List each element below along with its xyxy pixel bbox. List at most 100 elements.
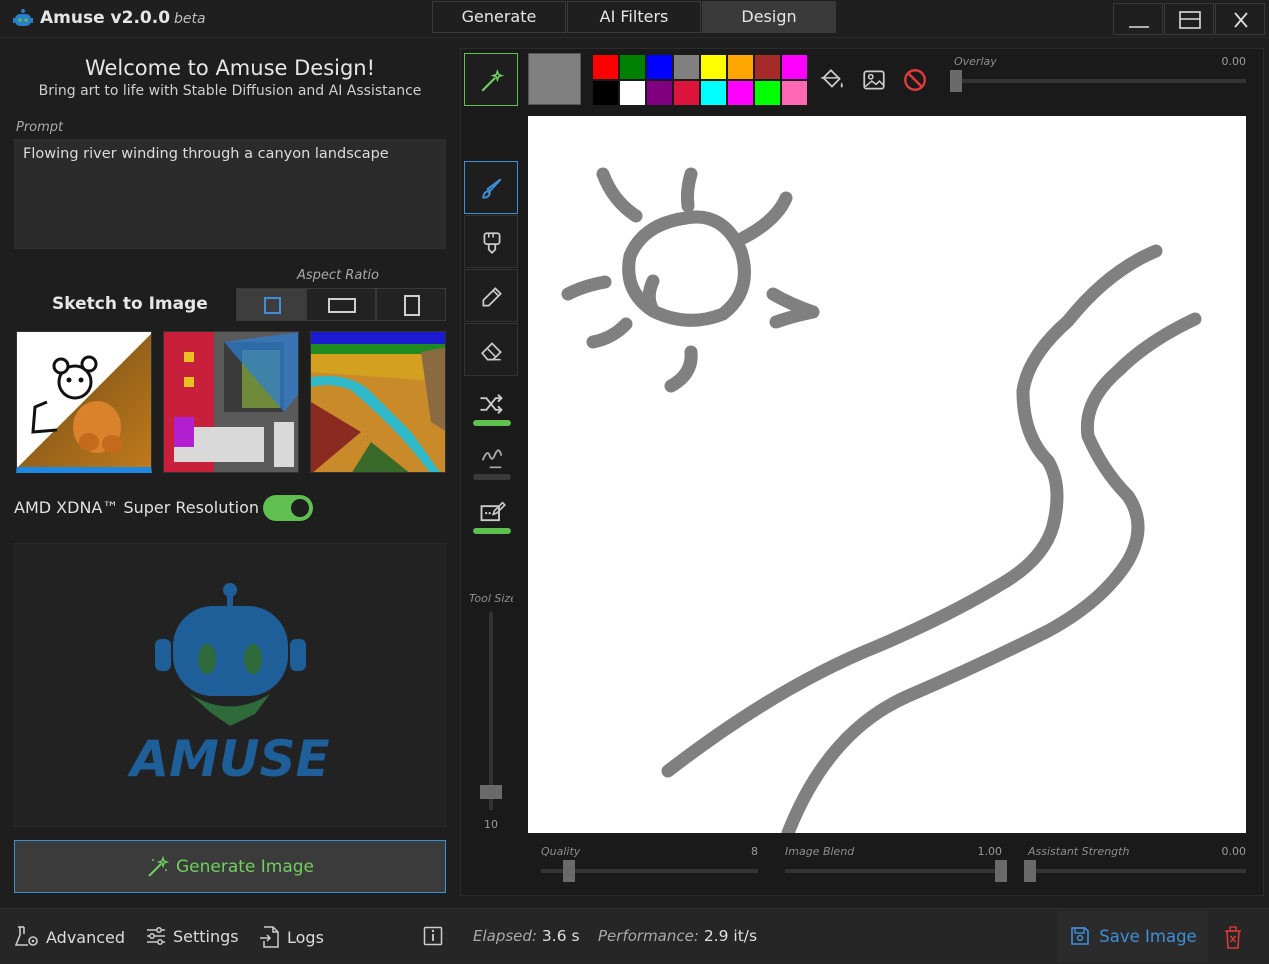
prompt-input[interactable]: Flowing river winding through a canyon l…: [14, 139, 446, 249]
save-image-button[interactable]: Save Image: [1058, 910, 1208, 962]
palette-swatch[interactable]: [700, 54, 727, 80]
marker-tool-button[interactable]: [464, 215, 518, 268]
settings-button[interactable]: Settings: [145, 925, 239, 947]
quality-label: Quality: [541, 845, 581, 858]
magic-wand-icon: [481, 68, 505, 92]
assistant-strength-label: Assistant Strength: [1028, 845, 1130, 858]
minimize-icon: [1129, 26, 1149, 28]
maximize-button[interactable]: [1164, 3, 1214, 35]
assistant-strength-value: 0.00: [1221, 845, 1247, 858]
eraser-tool-button[interactable]: [464, 323, 518, 376]
aspect-landscape-button[interactable]: [306, 288, 376, 321]
quality-slider-thumb[interactable]: [563, 860, 575, 882]
image-blend-slider-thumb[interactable]: [995, 860, 1007, 882]
image-blend-value: 1.00: [977, 845, 1003, 858]
generate-image-button[interactable]: Generate Image: [14, 840, 446, 893]
palette-swatch[interactable]: [754, 54, 781, 80]
palette-swatch[interactable]: [673, 54, 700, 80]
square-icon: [264, 297, 281, 314]
pen-tool-button[interactable]: [464, 269, 518, 322]
app-title: Amuse v2.0.0 beta: [40, 8, 206, 28]
tab-ai-filters[interactable]: AI Filters: [567, 1, 701, 33]
elapsed-label: Elapsed:: [473, 927, 537, 945]
bear-sketch-thumbnail: [17, 332, 151, 467]
palette-swatch[interactable]: [592, 80, 619, 106]
portrait-icon: [404, 295, 420, 316]
preset-thumbnail-room[interactable]: [163, 331, 299, 473]
landscape-icon: [328, 298, 356, 313]
generate-label: Generate Image: [175, 856, 315, 877]
tab-design[interactable]: Design: [702, 1, 836, 33]
current-color-swatch[interactable]: [528, 53, 581, 105]
palette-swatch[interactable]: [619, 80, 646, 106]
super-resolution-toggle[interactable]: [263, 495, 313, 521]
brush-tool-button[interactable]: [464, 161, 518, 214]
tool-size-value: 10: [484, 818, 498, 831]
advanced-button[interactable]: Advanced: [14, 925, 125, 949]
palette-swatch[interactable]: [781, 54, 808, 80]
minimize-button[interactable]: [1113, 3, 1163, 35]
preset-thumbnail-bear[interactable]: [16, 331, 152, 473]
palette-swatch[interactable]: [754, 80, 781, 106]
assistant-strength-slider[interactable]: [1028, 869, 1246, 873]
image-blend-label: Image Blend: [785, 845, 855, 858]
tool-size-label: Tool Size: [469, 592, 513, 605]
flask-gear-icon: [14, 926, 38, 946]
info-icon[interactable]: [423, 926, 443, 950]
beta-badge: beta: [174, 11, 206, 27]
overlay-slider-thumb[interactable]: [950, 70, 962, 92]
palette-swatch[interactable]: [727, 54, 754, 80]
image-upload-icon[interactable]: [861, 67, 887, 93]
assistant-strength-slider-thumb[interactable]: [1024, 860, 1036, 882]
sketch-drawing: [561, 167, 1202, 833]
aspect-square-button[interactable]: [236, 288, 306, 321]
palette-swatch[interactable]: [592, 54, 619, 80]
shuffle-icon[interactable]: [476, 390, 506, 422]
tool-size-slider-thumb[interactable]: [480, 785, 502, 799]
advanced-label: Advanced: [46, 927, 126, 947]
tool-size-slider[interactable]: [489, 612, 493, 810]
eraser-icon: [481, 342, 502, 361]
amuse-logo-icon: [13, 9, 33, 26]
palette-swatch[interactable]: [646, 54, 673, 80]
delete-image-button[interactable]: [1218, 922, 1248, 952]
logs-button[interactable]: Logs: [259, 925, 324, 949]
canvas-edit-icon[interactable]: [477, 498, 507, 530]
close-icon: [1234, 12, 1248, 28]
smooth-stroke-icon[interactable]: [477, 444, 507, 476]
prompt-label: Prompt: [16, 120, 64, 135]
palette-swatch[interactable]: [619, 54, 646, 80]
palette-swatch[interactable]: [646, 80, 673, 106]
overlay-slider[interactable]: [954, 79, 1246, 83]
mode-title: Sketch to Image: [52, 294, 208, 314]
preset-thumbnail-canyon[interactable]: [310, 331, 446, 473]
palette-swatch[interactable]: [700, 80, 727, 106]
log-file-icon: [260, 926, 279, 948]
performance-value: 2.9 it/s: [703, 927, 758, 945]
main-tabs: Generate AI Filters Design: [432, 1, 837, 33]
drawing-canvas[interactable]: [528, 116, 1246, 833]
welcome-subtitle: Bring art to life with Stable Diffusion …: [38, 83, 422, 99]
canyon-thumbnail: [311, 332, 445, 472]
save-icon: [1071, 927, 1090, 945]
marker-icon: [483, 232, 501, 254]
ai-assist-tool-button[interactable]: [464, 53, 518, 106]
tab-generate[interactable]: Generate: [432, 1, 566, 33]
performance-stat: Performance: 2.9 it/s: [598, 927, 757, 945]
close-button[interactable]: [1215, 3, 1265, 35]
smooth-stroke-indicator: [473, 474, 511, 480]
aspect-portrait-button[interactable]: [376, 288, 446, 321]
palette-swatch[interactable]: [673, 80, 700, 106]
maximize-icon: [1179, 11, 1201, 29]
pen-icon: [482, 287, 502, 307]
palette-swatch[interactable]: [781, 80, 808, 106]
aspect-ratio-label: Aspect Ratio: [297, 268, 379, 283]
image-blend-slider[interactable]: [785, 869, 1002, 873]
magic-wand-icon: [148, 855, 170, 877]
fill-bucket-icon[interactable]: [819, 67, 845, 93]
toggle-knob: [291, 499, 309, 517]
sliders-icon: [147, 927, 165, 945]
palette-swatch[interactable]: [727, 80, 754, 106]
title-bar: Amuse v2.0.0 beta Generate AI Filters Des…: [0, 0, 1269, 38]
clear-canvas-icon[interactable]: [902, 67, 928, 93]
